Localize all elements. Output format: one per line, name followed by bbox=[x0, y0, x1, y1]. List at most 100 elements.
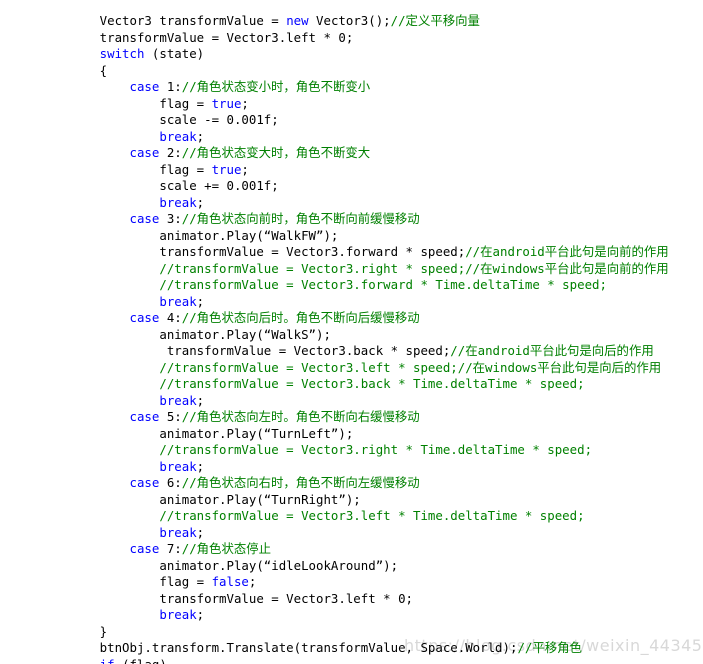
code-screenshot: https://blog.csdn.net/weixin_44345862 Ve… bbox=[0, 0, 703, 664]
code-line: animator.Play(“TurnRight”); bbox=[0, 492, 703, 509]
code-token-plain: 5: bbox=[159, 409, 182, 425]
code-line: } bbox=[0, 624, 703, 641]
code-line: transformValue = Vector3.forward * speed… bbox=[0, 244, 703, 261]
code-token-comment: //transformValue = Vector3.right * speed… bbox=[40, 260, 669, 276]
code-token-comment: //角色状态向左时。角色不断向右缓慢移动 bbox=[181, 409, 420, 425]
code-token-plain: animator.Play(“WalkFW”); bbox=[40, 227, 339, 243]
code-token-keyword: break bbox=[40, 607, 197, 623]
code-token-keyword: if bbox=[40, 657, 115, 664]
code-token-plain: ; bbox=[196, 607, 205, 623]
code-token-plain: flag = bbox=[40, 95, 212, 111]
code-token-plain: { bbox=[40, 62, 108, 78]
code-token-plain: transformValue = Vector3.left * 0; bbox=[40, 29, 354, 45]
code-token-keyword: new bbox=[286, 13, 309, 29]
code-token-keyword: case bbox=[40, 310, 160, 326]
code-token-comment: //角色状态停止 bbox=[181, 541, 272, 557]
code-token-keyword: false bbox=[211, 574, 249, 590]
code-token-keyword: true bbox=[211, 161, 242, 177]
code-token-plain: 4: bbox=[159, 310, 182, 326]
code-token-plain: animator.Play(“idleLookAround”); bbox=[40, 557, 399, 573]
code-line: animator.Play(“TurnLeft”); bbox=[0, 426, 703, 443]
code-line: case 7://角色状态停止 bbox=[0, 541, 703, 558]
code-token-plain: ; bbox=[196, 194, 205, 210]
code-token-comment: //transformValue = Vector3.right * Time.… bbox=[40, 442, 593, 458]
code-line: //transformValue = Vector3.forward * Tim… bbox=[0, 277, 703, 294]
code-line: case 4://角色状态向后时。角色不断向后缓慢移动 bbox=[0, 310, 703, 327]
code-token-keyword: case bbox=[40, 145, 160, 161]
code-token-keyword: case bbox=[40, 541, 160, 557]
code-token-plain: 7: bbox=[159, 541, 182, 557]
code-token-keyword: break bbox=[40, 458, 197, 474]
code-token-plain: ; bbox=[196, 524, 205, 540]
code-line: transformValue = Vector3.left * 0; bbox=[0, 30, 703, 47]
code-token-comment: //在android平台此句是向后的作用 bbox=[450, 343, 654, 359]
code-token-plain: ; bbox=[241, 95, 249, 111]
code-token-plain: ; bbox=[196, 293, 205, 309]
code-token-plain: scale -= 0.001f; bbox=[40, 112, 279, 128]
code-token-keyword: switch bbox=[40, 46, 145, 62]
code-token-keyword: break bbox=[40, 524, 197, 540]
code-token-plain: Vector3(); bbox=[308, 13, 391, 29]
code-token-comment: //角色状态向右时，角色不断向左缓慢移动 bbox=[181, 475, 420, 491]
code-line: scale -= 0.001f; bbox=[0, 112, 703, 129]
code-token-keyword: break bbox=[40, 392, 197, 408]
code-token-comment: //角色状态变大时，角色不断变大 bbox=[181, 145, 371, 161]
code-token-plain: 3: bbox=[159, 211, 182, 227]
code-line: switch (state) bbox=[0, 46, 703, 63]
code-line: case 3://角色状态向前时，角色不断向前缓慢移动 bbox=[0, 211, 703, 228]
code-line: animator.Play(“idleLookAround”); bbox=[0, 558, 703, 575]
code-line: transformValue = Vector3.left * 0; bbox=[0, 591, 703, 608]
code-token-keyword: case bbox=[40, 211, 160, 227]
code-line: flag = true; bbox=[0, 96, 703, 113]
code-token-comment: //定义平移向量 bbox=[390, 13, 480, 29]
code-token-plain: animator.Play(“WalkS”); bbox=[40, 326, 331, 342]
code-line: break; bbox=[0, 294, 703, 311]
code-line: Vector3 transformValue = new Vector3();/… bbox=[0, 13, 703, 30]
code-token-comment: //角色状态向前时，角色不断向前缓慢移动 bbox=[181, 211, 420, 227]
code-token-plain: scale += 0.001f; bbox=[40, 178, 279, 194]
code-line: btnObj.transform.Translate(transformValu… bbox=[0, 640, 703, 657]
code-token-keyword: break bbox=[40, 293, 197, 309]
code-token-plain: 1: bbox=[159, 79, 182, 95]
code-token-plain: transformValue = Vector3.forward * speed… bbox=[40, 244, 466, 260]
code-line: if (flag) bbox=[0, 657, 703, 664]
code-token-comment: //transformValue = Vector3.back * Time.d… bbox=[40, 376, 585, 392]
code-token-plain: animator.Play(“TurnRight”); bbox=[40, 491, 361, 507]
code-token-plain: ; bbox=[241, 161, 249, 177]
code-line: case 2://角色状态变大时，角色不断变大 bbox=[0, 145, 703, 162]
code-line: break; bbox=[0, 525, 703, 542]
code-token-plain: 6: bbox=[159, 475, 182, 491]
code-token-comment: //在android平台此句是向前的作用 bbox=[465, 244, 669, 260]
code-line: case 5://角色状态向左时。角色不断向右缓慢移动 bbox=[0, 409, 703, 426]
code-line: animator.Play(“WalkS”); bbox=[0, 327, 703, 344]
code-line: animator.Play(“WalkFW”); bbox=[0, 228, 703, 245]
code-line: flag = true; bbox=[0, 162, 703, 179]
code-token-keyword: break bbox=[40, 194, 197, 210]
code-line: //transformValue = Vector3.back * Time.d… bbox=[0, 376, 703, 393]
code-token-plain: Vector3 transformValue = bbox=[40, 13, 287, 29]
code-line: scale += 0.001f; bbox=[0, 178, 703, 195]
code-token-plain: btnObj.transform.Translate(transformValu… bbox=[40, 640, 518, 656]
code-line: case 1://角色状态变小时，角色不断变小 bbox=[0, 79, 703, 96]
code-line: //transformValue = Vector3.right * speed… bbox=[0, 261, 703, 278]
code-token-comment: //transformValue = Vector3.left * speed;… bbox=[40, 359, 662, 375]
code-token-comment: //平移角色 bbox=[517, 640, 582, 656]
code-token-plain: transformValue = Vector3.left * 0; bbox=[40, 590, 413, 606]
code-token-plain: flag = bbox=[40, 574, 212, 590]
code-token-keyword: true bbox=[211, 95, 242, 111]
code-token-plain: (state) bbox=[144, 46, 205, 62]
code-line: flag = false; bbox=[0, 574, 703, 591]
code-token-plain: ; bbox=[196, 458, 205, 474]
code-token-plain: flag = bbox=[40, 161, 212, 177]
code-line: break; bbox=[0, 129, 703, 146]
code-token-plain: animator.Play(“TurnLeft”); bbox=[40, 425, 354, 441]
code-line: break; bbox=[0, 459, 703, 476]
code-line: break; bbox=[0, 393, 703, 410]
code-token-comment: //角色状态变小时，角色不断变小 bbox=[181, 79, 371, 95]
code-line: break; bbox=[0, 195, 703, 212]
code-listing[interactable]: Vector3 transformValue = new Vector3();/… bbox=[0, 12, 703, 664]
code-token-plain: (flag) bbox=[115, 657, 167, 664]
code-line: break; bbox=[0, 607, 703, 624]
code-token-plain: ; bbox=[196, 128, 205, 144]
code-token-keyword: break bbox=[40, 128, 197, 144]
